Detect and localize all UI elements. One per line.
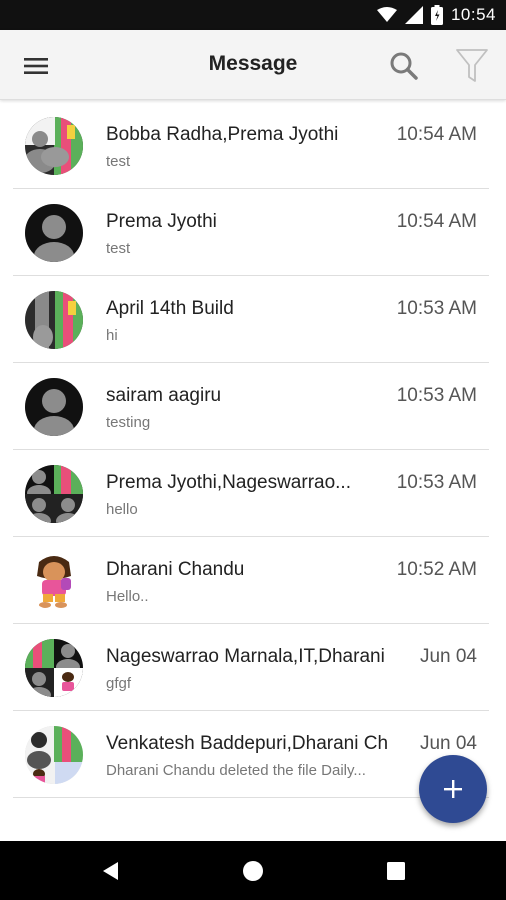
group-avatar xyxy=(25,726,83,784)
conversation-row[interactable]: Prema Jyothi,Nageswarrao... hello 10:53 … xyxy=(0,450,506,537)
wifi-icon xyxy=(376,7,397,22)
message-time: Jun 04 xyxy=(419,646,477,667)
conversation-name: sairam aagiru xyxy=(106,385,222,406)
conversation-row[interactable]: Nageswarrao Marnala,IT,Dharani gfgf Jun … xyxy=(0,624,506,711)
cartoon-avatar xyxy=(25,552,83,610)
signal-icon xyxy=(404,6,423,24)
status-bar: 10:54 xyxy=(0,0,506,30)
message-time: 10:53 AM xyxy=(396,472,477,493)
search-button[interactable] xyxy=(382,44,426,88)
group-avatar xyxy=(25,117,83,175)
message-preview: Dharani Chandu deleted the file Daily... xyxy=(106,762,366,779)
conversation-list: Bobba Radha,Prema Jyothi test 10:54 AM P… xyxy=(0,100,506,841)
home-circle-icon xyxy=(243,861,263,881)
divider xyxy=(13,797,489,798)
conversation-row[interactable]: Dharani Chandu Hello.. 10:52 AM xyxy=(0,537,506,624)
conversation-name: Venkatesh Baddepuri,Dharani Ch xyxy=(106,733,389,754)
default-avatar xyxy=(25,378,83,436)
back-triangle-icon xyxy=(103,862,118,880)
group-avatar xyxy=(25,465,83,523)
default-avatar xyxy=(25,204,83,262)
conversation-name: Prema Jyothi xyxy=(106,211,217,232)
recents-button[interactable] xyxy=(376,851,416,891)
page-title: Message xyxy=(208,52,298,75)
filter-icon xyxy=(456,49,488,82)
message-preview: testing xyxy=(106,414,151,431)
battery-icon xyxy=(430,5,443,25)
conversation-name: Dharani Chandu xyxy=(106,559,245,580)
conversation-row[interactable]: Bobba Radha,Prema Jyothi test 10:54 AM xyxy=(0,102,506,189)
status-time: 10:54 xyxy=(450,5,496,24)
message-preview: gfgf xyxy=(106,675,132,692)
conversation-name: Bobba Radha,Prema Jyothi xyxy=(106,124,339,145)
recents-square-icon xyxy=(387,862,405,880)
message-time: 10:54 AM xyxy=(396,211,477,232)
message-time: Jun 04 xyxy=(419,733,477,754)
system-navigation-bar xyxy=(0,841,506,900)
message-preview: hello xyxy=(106,501,138,518)
message-preview: hi xyxy=(106,327,118,344)
back-button[interactable] xyxy=(91,851,131,891)
message-time: 10:54 AM xyxy=(396,124,477,145)
conversation-row[interactable]: Prema Jyothi test 10:54 AM xyxy=(0,189,506,276)
message-time: 10:52 AM xyxy=(396,559,477,580)
conversation-name: Prema Jyothi,Nageswarrao... xyxy=(106,472,351,493)
message-preview: Hello.. xyxy=(106,588,149,605)
plus-icon xyxy=(444,780,462,798)
home-button[interactable] xyxy=(233,851,273,891)
app-bar: Message xyxy=(0,30,506,100)
message-preview: test xyxy=(106,240,131,257)
group-avatar xyxy=(25,291,83,349)
search-icon xyxy=(390,52,418,80)
status-icons: 10:54 xyxy=(376,4,496,26)
conversation-name: April 14th Build xyxy=(106,298,234,319)
message-time: 10:53 AM xyxy=(396,298,477,319)
conversation-row[interactable]: sairam aagiru testing 10:53 AM xyxy=(0,363,506,450)
group-avatar xyxy=(25,639,83,697)
conversation-name: Nageswarrao Marnala,IT,Dharani xyxy=(106,646,385,667)
filter-button[interactable] xyxy=(450,44,494,88)
new-message-button[interactable] xyxy=(419,755,487,823)
conversation-row[interactable]: April 14th Build hi 10:53 AM xyxy=(0,276,506,363)
message-time: 10:53 AM xyxy=(396,385,477,406)
message-preview: test xyxy=(106,153,131,170)
